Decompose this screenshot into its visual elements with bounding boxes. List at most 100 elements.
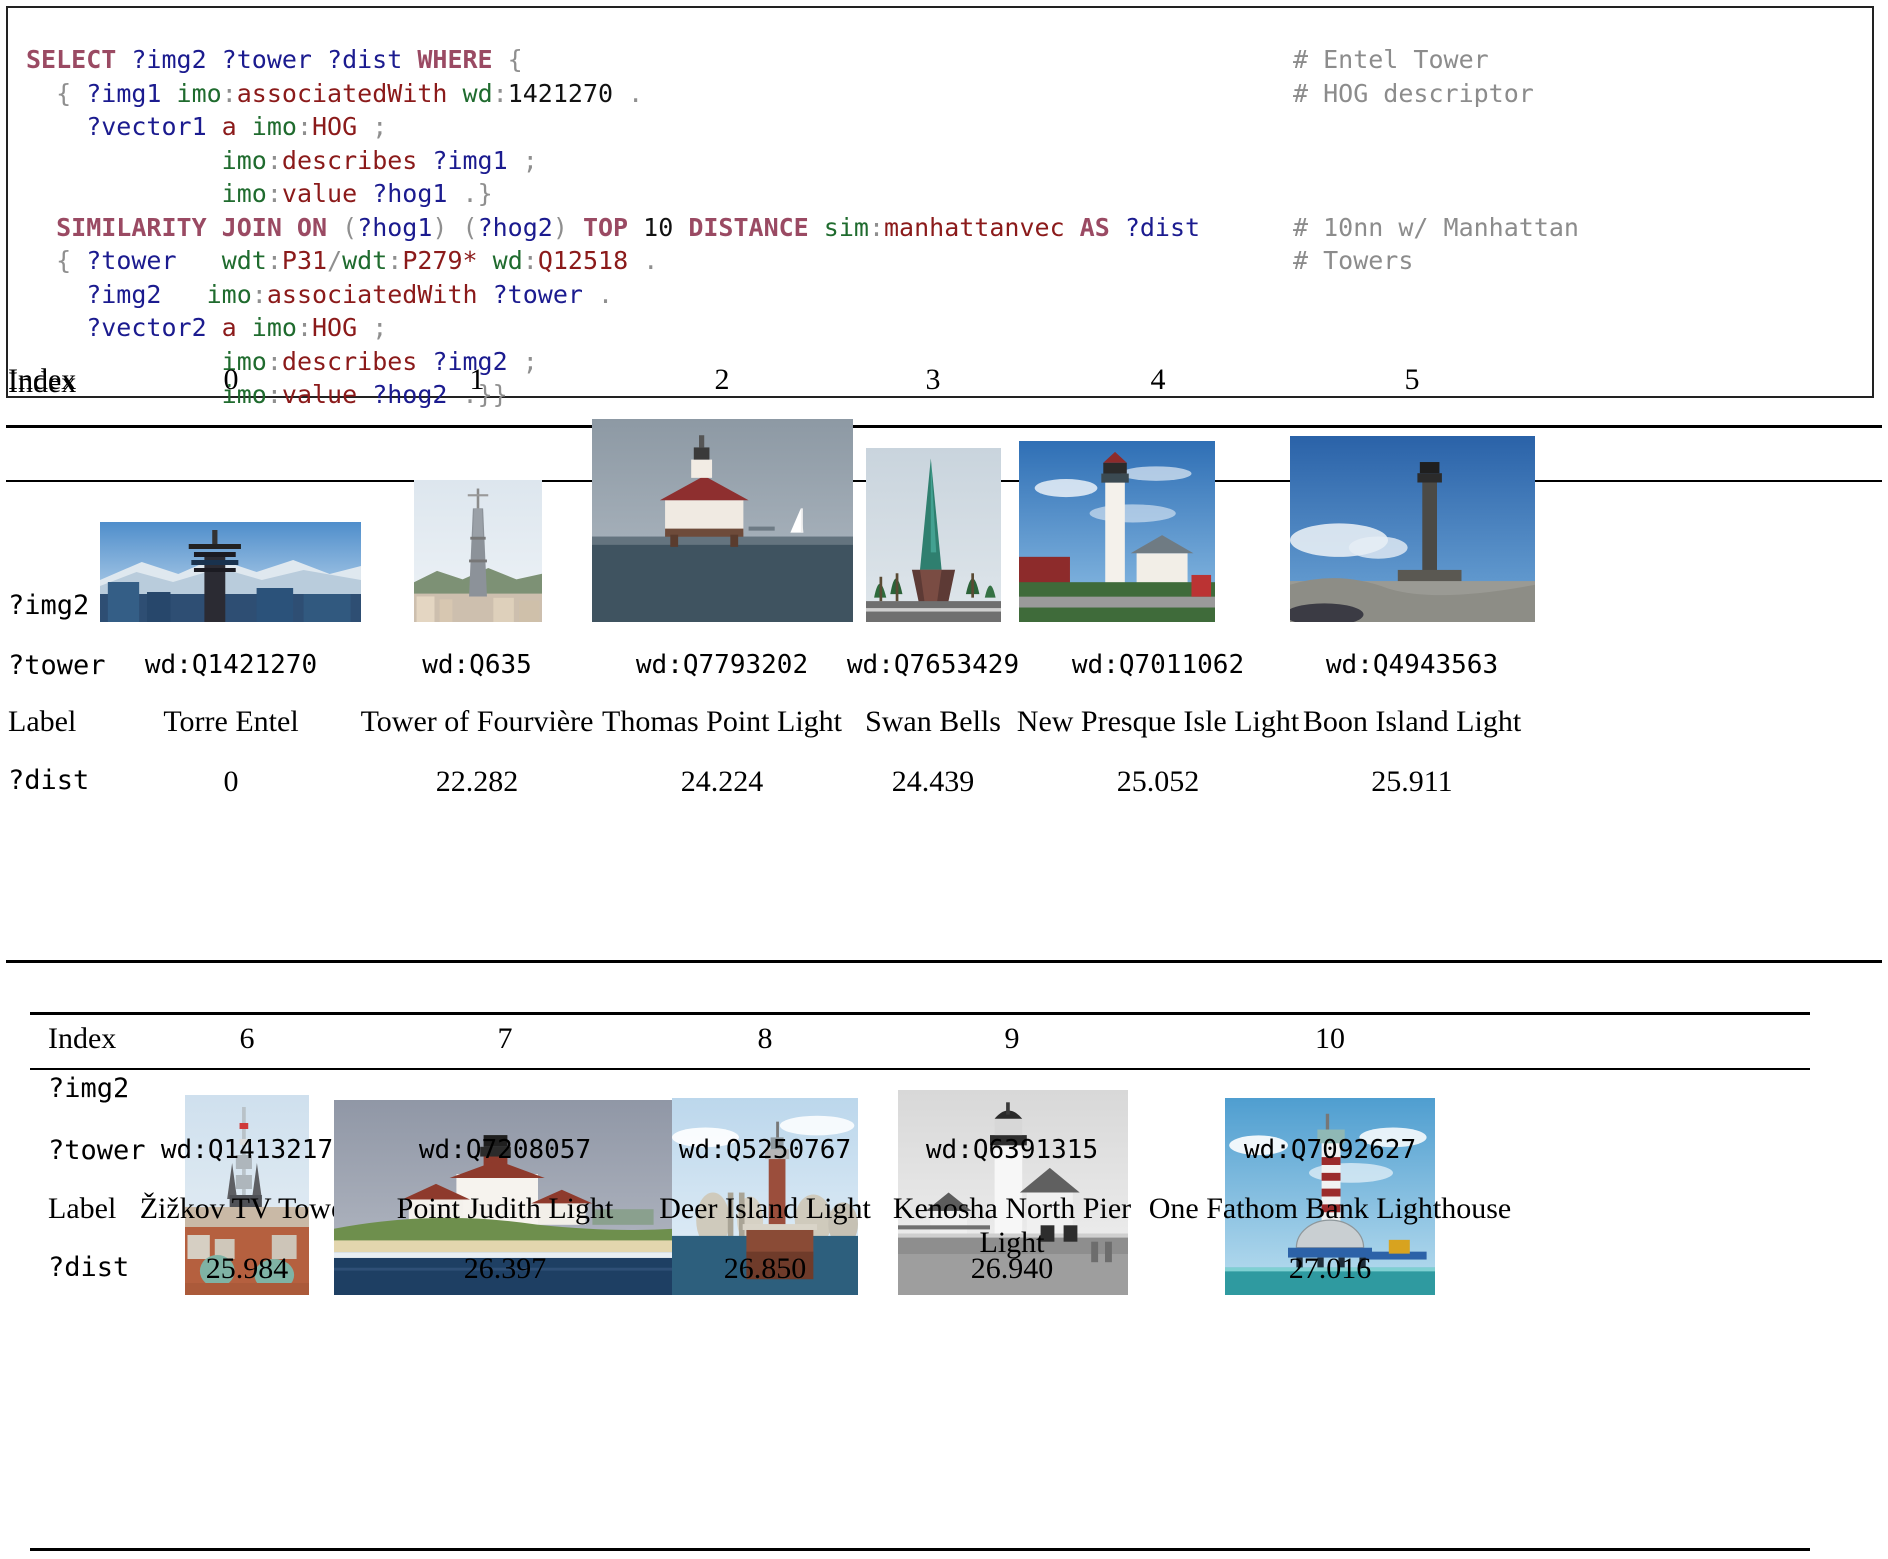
code-token: value xyxy=(281,179,373,208)
code-token: imo xyxy=(251,112,297,141)
table1-label-0: Torre Entel xyxy=(163,705,299,738)
code-token: ?img1 xyxy=(86,78,177,108)
code-token: : xyxy=(221,78,237,108)
code-token: ) xyxy=(552,212,583,242)
table2-index-4: 10 xyxy=(1315,1022,1345,1055)
table2-top-rule xyxy=(30,1012,1810,1015)
code-token: TOP xyxy=(582,212,644,242)
code-token: imo xyxy=(221,145,267,175)
table1-thumbnail-4 xyxy=(1019,441,1215,622)
code-token: ; xyxy=(372,112,388,141)
code-token: HOG xyxy=(312,313,373,342)
code-line: ?vector1 a imo:HOG ; xyxy=(26,112,387,141)
code-token: associatedWith xyxy=(266,279,493,309)
row-label-img2-t2: ?img2 xyxy=(48,1073,130,1104)
row-label-label-t2: Label xyxy=(48,1192,117,1225)
code-token: ?vector2 xyxy=(26,313,222,342)
code-line: ?img2 imo:associatedWith ?tower . xyxy=(26,280,613,309)
table1-dist-0: 0 xyxy=(223,765,239,798)
code-line: SELECT ?img2 ?tower ?dist WHERE { xyxy=(26,45,523,74)
code-token: : xyxy=(522,246,538,275)
code-token: ; xyxy=(522,145,538,175)
code-token: ; xyxy=(372,313,388,342)
code-token: . xyxy=(643,246,659,275)
table2-bottom-rule xyxy=(30,1548,1810,1551)
sparql-query-code: SELECT ?img2 ?tower ?dist WHERE { { ?img… xyxy=(26,43,1200,412)
code-token: P279* xyxy=(402,246,493,275)
table1-dist-5: 25.911 xyxy=(1371,765,1453,798)
code-line: imo:describes ?img1 ; xyxy=(26,146,538,175)
code-token: : xyxy=(251,279,267,309)
code-token: : xyxy=(266,145,282,175)
code-token: imo xyxy=(176,78,222,108)
code-token: 10 xyxy=(643,212,689,242)
sparql-query-comments: # Entel Tower # HOG descriptor # 10nn w/… xyxy=(1293,45,1579,275)
code-token: associatedWith xyxy=(236,78,463,108)
code-token: ) ( xyxy=(432,212,478,242)
code-token: ?img1 xyxy=(432,145,523,175)
table1-thumbnail-3 xyxy=(866,448,1001,622)
code-token: : xyxy=(296,313,312,342)
code-token: SELECT xyxy=(26,45,132,74)
table2-dist-4: 27.016 xyxy=(1288,1252,1372,1285)
code-token: ?tower xyxy=(86,246,222,275)
table1-label-1: Tower of Fourvière xyxy=(360,705,594,738)
table1-thumbnail-1 xyxy=(414,480,542,622)
table2-dist-3: 26.940 xyxy=(970,1252,1054,1285)
table1-top-rule xyxy=(6,425,1882,428)
table1-thumbnail-2 xyxy=(592,419,853,622)
code-token: : xyxy=(266,179,282,208)
table2-index-0: 6 xyxy=(239,1022,255,1055)
code-token: { xyxy=(26,78,87,108)
code-token: Q12518 xyxy=(537,246,644,275)
code-token: : xyxy=(492,78,508,108)
code-token: a xyxy=(221,313,252,342)
table2-tower-4: wd:Q7092627 xyxy=(1243,1135,1417,1165)
table1-bottom-rule xyxy=(6,960,1882,963)
code-token: wd xyxy=(462,78,493,108)
code-token: . xyxy=(628,78,644,108)
code-token: a xyxy=(221,112,252,141)
code-token: describes xyxy=(281,145,433,175)
table2-label-2: Deer Island Light xyxy=(659,1192,871,1225)
table1-index-1: 1 xyxy=(469,363,485,396)
code-token: ?tower xyxy=(492,279,598,309)
code-line: SIMILARITY JOIN ON (?hog1) (?hog2) TOP 1… xyxy=(26,213,1200,242)
row-label-index-t2: Index xyxy=(48,1022,117,1055)
code-token: ?hog2 xyxy=(477,212,553,242)
row-label-dist-t1: ?dist xyxy=(8,765,90,796)
table2-label-1: Point Judith Light xyxy=(396,1192,614,1225)
code-token: WHERE xyxy=(417,45,508,74)
code-line: { ?img1 imo:associatedWith wd:1421270 . xyxy=(26,79,643,108)
code-token: wdt xyxy=(342,246,388,275)
table2-tower-3: wd:Q6391315 xyxy=(925,1135,1099,1165)
table2-header-rule xyxy=(30,1068,1810,1070)
code-token: sim xyxy=(823,212,869,242)
code-token: / xyxy=(327,246,343,275)
code-token: imo xyxy=(221,179,267,208)
code-line: { ?tower wdt:P31/wdt:P279* wd:Q12518 . xyxy=(26,246,658,275)
code-token: 1421270 xyxy=(507,78,629,108)
code-token: manhattanvec xyxy=(884,212,1080,242)
code-token: ?vector1 xyxy=(26,112,222,141)
table1-tower-1: wd:Q635 xyxy=(422,650,532,680)
row-label-dist-t2: ?dist xyxy=(48,1252,130,1283)
code-token: : xyxy=(387,246,403,275)
row-label-tower-t1: ?tower xyxy=(8,650,106,681)
code-token: DISTANCE xyxy=(688,212,824,242)
table2-dist-1: 26.397 xyxy=(463,1252,547,1285)
table1-label-5: Boon Island Light xyxy=(1302,705,1522,738)
code-token: wdt xyxy=(221,246,267,275)
code-token: imo xyxy=(251,313,297,342)
code-line: imo:value ?hog1 .} xyxy=(26,179,493,208)
table2-tower-1: wd:Q7208057 xyxy=(418,1135,592,1165)
code-token: { xyxy=(507,45,523,74)
table1-dist-1: 22.282 xyxy=(435,765,519,798)
table2-index-2: 8 xyxy=(757,1022,773,1055)
code-token: wd xyxy=(492,246,523,275)
table2-index-1: 7 xyxy=(497,1022,513,1055)
table1-index-0: 0 xyxy=(223,363,239,396)
table1-index-5: 5 xyxy=(1404,363,1420,396)
code-token: AS xyxy=(1079,212,1125,242)
